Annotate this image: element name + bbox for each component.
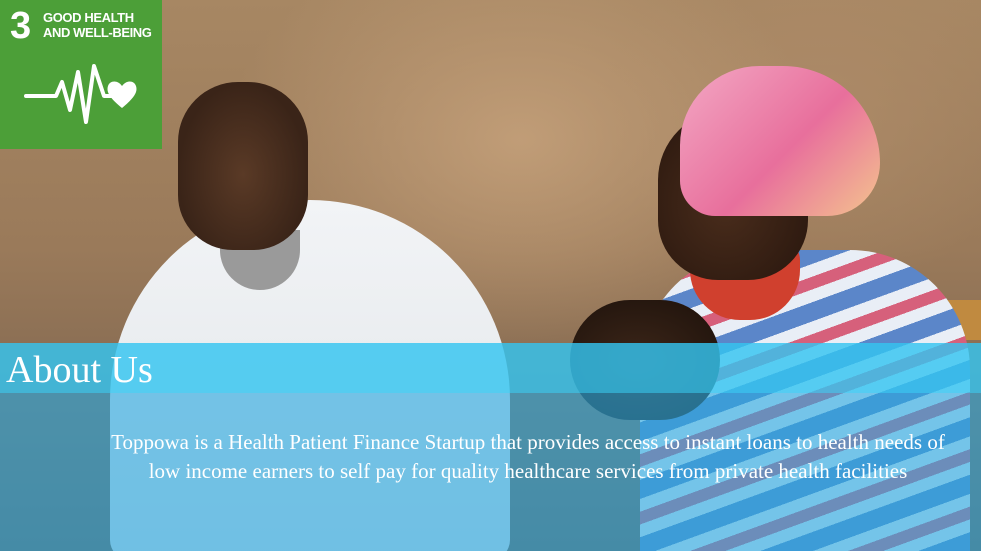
sdg-goal-number: 3 (10, 5, 32, 47)
sdg-goal-title: GOOD HEALTH AND WELL-BEING (43, 10, 152, 40)
about-description: Toppowa is a Health Patient Finance Star… (111, 430, 945, 483)
photo-mother-headscarf (680, 66, 880, 216)
sdg-goal-badge: 3 GOOD HEALTH AND WELL-BEING (0, 0, 162, 149)
photo-health-worker-head (178, 82, 308, 250)
about-heading: About Us (6, 349, 153, 391)
heartbeat-heart-icon (24, 64, 137, 124)
